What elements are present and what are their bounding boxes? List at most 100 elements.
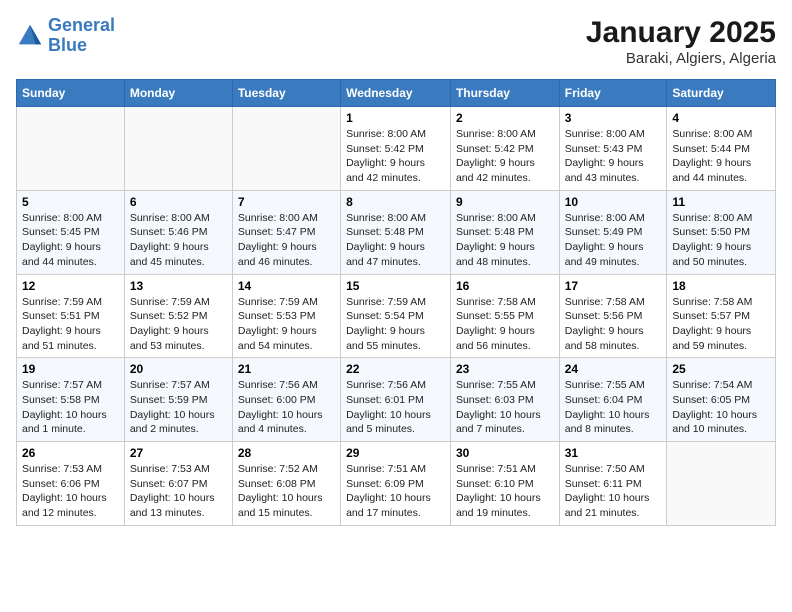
calendar-cell: 9 Sunrise: 8:00 AM Sunset: 5:48 PM Daylig… (450, 190, 559, 274)
day-number: 29 (346, 446, 445, 460)
calendar-table: SundayMondayTuesdayWednesdayThursdayFrid… (16, 79, 776, 526)
day-number: 1 (346, 111, 445, 125)
weekday-header-saturday: Saturday (667, 80, 776, 107)
page-subtitle: Baraki, Algiers, Algeria (586, 50, 776, 67)
day-info: Sunrise: 8:00 AM Sunset: 5:44 PM Dayligh… (672, 127, 770, 186)
calendar-week-4: 19 Sunrise: 7:57 AM Sunset: 5:58 PM Dayli… (17, 358, 776, 442)
day-info: Sunrise: 7:52 AM Sunset: 6:08 PM Dayligh… (238, 462, 335, 521)
calendar-cell: 4 Sunrise: 8:00 AM Sunset: 5:44 PM Daylig… (667, 107, 776, 191)
calendar-cell: 16Sunrise: 7:58 AM Sunset: 5:55 PM Dayli… (450, 274, 559, 358)
day-number: 16 (456, 279, 554, 293)
day-info: Sunrise: 8:00 AM Sunset: 5:42 PM Dayligh… (456, 127, 554, 186)
calendar-cell: 3Sunrise: 8:00 AM Sunset: 5:43 PM Daylig… (559, 107, 667, 191)
weekday-header-wednesday: Wednesday (341, 80, 451, 107)
calendar-cell: 2 Sunrise: 8:00 AM Sunset: 5:42 PM Daylig… (450, 107, 559, 191)
calendar-week-1: 1 Sunrise: 8:00 AM Sunset: 5:42 PM Daylig… (17, 107, 776, 191)
calendar-cell: 6 Sunrise: 8:00 AM Sunset: 5:46 PM Daylig… (124, 190, 232, 274)
day-number: 2 (456, 111, 554, 125)
calendar-cell: 23 Sunrise: 7:55 AM Sunset: 6:03 PM Dayli… (450, 358, 559, 442)
calendar-cell: 8 Sunrise: 8:00 AM Sunset: 5:48 PM Daylig… (341, 190, 451, 274)
day-number: 4 (672, 111, 770, 125)
day-number: 24 (565, 362, 662, 376)
day-number: 7 (238, 195, 335, 209)
calendar-cell: 17 Sunrise: 7:58 AM Sunset: 5:56 PM Dayli… (559, 274, 667, 358)
day-info: Sunrise: 8:00 AM Sunset: 5:45 PM Dayligh… (22, 211, 119, 270)
calendar-cell: 1 Sunrise: 8:00 AM Sunset: 5:42 PM Daylig… (341, 107, 451, 191)
day-number: 9 (456, 195, 554, 209)
calendar-cell: 20 Sunrise: 7:57 AM Sunset: 5:59 PM Dayli… (124, 358, 232, 442)
calendar-cell: 22Sunrise: 7:56 AM Sunset: 6:01 PM Dayli… (341, 358, 451, 442)
weekday-header-tuesday: Tuesday (232, 80, 340, 107)
day-info: Sunrise: 8:00 AM Sunset: 5:43 PM Dayligh… (565, 127, 662, 186)
day-number: 20 (130, 362, 227, 376)
day-number: 18 (672, 279, 770, 293)
weekday-header-sunday: Sunday (17, 80, 125, 107)
day-info: Sunrise: 7:59 AM Sunset: 5:54 PM Dayligh… (346, 295, 445, 354)
day-info: Sunrise: 8:00 AM Sunset: 5:49 PM Dayligh… (565, 211, 662, 270)
weekday-header-friday: Friday (559, 80, 667, 107)
logo-text: General Blue (48, 16, 115, 56)
day-info: Sunrise: 8:00 AM Sunset: 5:48 PM Dayligh… (346, 211, 445, 270)
day-number: 25 (672, 362, 770, 376)
day-number: 19 (22, 362, 119, 376)
day-number: 23 (456, 362, 554, 376)
calendar-cell (124, 107, 232, 191)
day-number: 8 (346, 195, 445, 209)
calendar-cell: 14 Sunrise: 7:59 AM Sunset: 5:53 PM Dayli… (232, 274, 340, 358)
calendar-cell: 19 Sunrise: 7:57 AM Sunset: 5:58 PM Dayli… (17, 358, 125, 442)
calendar-cell: 11 Sunrise: 8:00 AM Sunset: 5:50 PM Dayli… (667, 190, 776, 274)
day-info: Sunrise: 7:56 AM Sunset: 6:01 PM Dayligh… (346, 378, 445, 437)
day-number: 21 (238, 362, 335, 376)
day-info: Sunrise: 7:59 AM Sunset: 5:53 PM Dayligh… (238, 295, 335, 354)
day-info: Sunrise: 8:00 AM Sunset: 5:50 PM Dayligh… (672, 211, 770, 270)
calendar-cell: 29Sunrise: 7:51 AM Sunset: 6:09 PM Dayli… (341, 442, 451, 526)
calendar-cell: 5 Sunrise: 8:00 AM Sunset: 5:45 PM Daylig… (17, 190, 125, 274)
calendar-cell (232, 107, 340, 191)
weekday-header-monday: Monday (124, 80, 232, 107)
day-number: 17 (565, 279, 662, 293)
weekday-header-thursday: Thursday (450, 80, 559, 107)
day-info: Sunrise: 7:56 AM Sunset: 6:00 PM Dayligh… (238, 378, 335, 437)
day-number: 11 (672, 195, 770, 209)
day-info: Sunrise: 7:55 AM Sunset: 6:04 PM Dayligh… (565, 378, 662, 437)
day-info: Sunrise: 7:53 AM Sunset: 6:07 PM Dayligh… (130, 462, 227, 521)
calendar-week-3: 12Sunrise: 7:59 AM Sunset: 5:51 PM Dayli… (17, 274, 776, 358)
day-number: 12 (22, 279, 119, 293)
calendar-cell: 26 Sunrise: 7:53 AM Sunset: 6:06 PM Dayli… (17, 442, 125, 526)
day-number: 10 (565, 195, 662, 209)
day-info: Sunrise: 8:00 AM Sunset: 5:42 PM Dayligh… (346, 127, 445, 186)
day-number: 14 (238, 279, 335, 293)
day-number: 28 (238, 446, 335, 460)
day-info: Sunrise: 7:57 AM Sunset: 5:58 PM Dayligh… (22, 378, 119, 437)
day-info: Sunrise: 7:53 AM Sunset: 6:06 PM Dayligh… (22, 462, 119, 521)
calendar-week-2: 5 Sunrise: 8:00 AM Sunset: 5:45 PM Daylig… (17, 190, 776, 274)
day-info: Sunrise: 7:55 AM Sunset: 6:03 PM Dayligh… (456, 378, 554, 437)
calendar-cell (17, 107, 125, 191)
calendar-cell: 15 Sunrise: 7:59 AM Sunset: 5:54 PM Dayli… (341, 274, 451, 358)
day-number: 5 (22, 195, 119, 209)
page-title: January 2025 (586, 16, 776, 50)
calendar-cell (667, 442, 776, 526)
logo-icon (16, 22, 44, 50)
day-info: Sunrise: 7:54 AM Sunset: 6:05 PM Dayligh… (672, 378, 770, 437)
calendar-cell: 25 Sunrise: 7:54 AM Sunset: 6:05 PM Dayli… (667, 358, 776, 442)
day-info: Sunrise: 8:00 AM Sunset: 5:47 PM Dayligh… (238, 211, 335, 270)
calendar-cell: 10 Sunrise: 8:00 AM Sunset: 5:49 PM Dayli… (559, 190, 667, 274)
day-info: Sunrise: 7:58 AM Sunset: 5:56 PM Dayligh… (565, 295, 662, 354)
day-info: Sunrise: 8:00 AM Sunset: 5:48 PM Dayligh… (456, 211, 554, 270)
calendar-cell: 31 Sunrise: 7:50 AM Sunset: 6:11 PM Dayli… (559, 442, 667, 526)
calendar-cell: 7 Sunrise: 8:00 AM Sunset: 5:47 PM Daylig… (232, 190, 340, 274)
day-info: Sunrise: 7:58 AM Sunset: 5:57 PM Dayligh… (672, 295, 770, 354)
calendar-cell: 28 Sunrise: 7:52 AM Sunset: 6:08 PM Dayli… (232, 442, 340, 526)
day-info: Sunrise: 7:57 AM Sunset: 5:59 PM Dayligh… (130, 378, 227, 437)
day-number: 31 (565, 446, 662, 460)
day-number: 6 (130, 195, 227, 209)
day-info: Sunrise: 7:50 AM Sunset: 6:11 PM Dayligh… (565, 462, 662, 521)
calendar-cell: 21 Sunrise: 7:56 AM Sunset: 6:00 PM Dayli… (232, 358, 340, 442)
calendar-cell: 13Sunrise: 7:59 AM Sunset: 5:52 PM Dayli… (124, 274, 232, 358)
day-number: 15 (346, 279, 445, 293)
calendar-cell: 30Sunrise: 7:51 AM Sunset: 6:10 PM Dayli… (450, 442, 559, 526)
day-info: Sunrise: 8:00 AM Sunset: 5:46 PM Dayligh… (130, 211, 227, 270)
logo: General Blue (16, 16, 115, 56)
day-number: 26 (22, 446, 119, 460)
